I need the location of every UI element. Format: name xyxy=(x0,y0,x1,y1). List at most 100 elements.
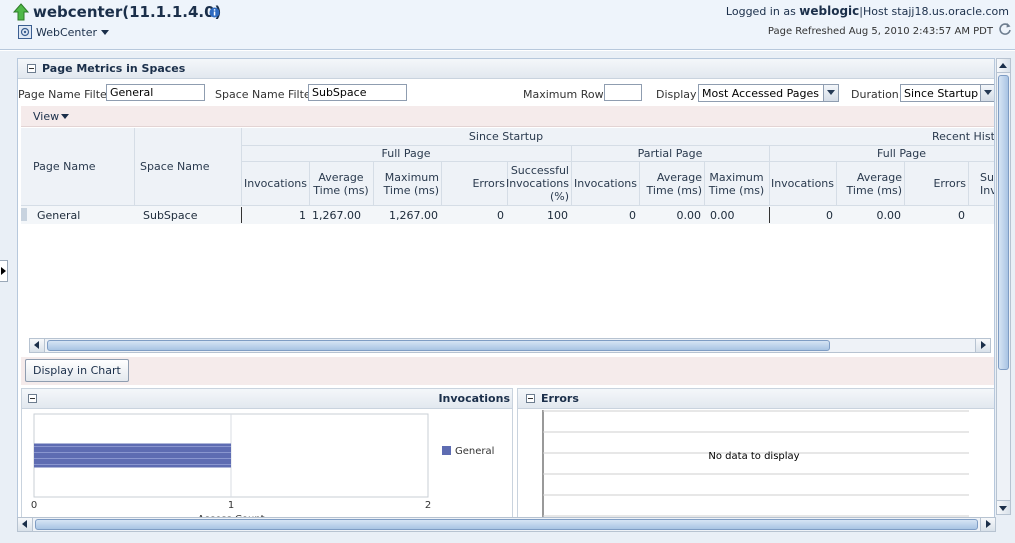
collapse-invocations-icon[interactable] xyxy=(28,394,37,403)
up-arrow-icon[interactable] xyxy=(12,3,30,21)
cell-recent-average-time: 0.00 xyxy=(876,208,902,222)
duration-label: Duration xyxy=(851,88,899,101)
chevron-down-icon xyxy=(101,29,110,35)
col-maximum-time-line2: Time (ms) xyxy=(383,183,439,197)
col-successful-line2: Invocations xyxy=(505,177,569,190)
col-page-name[interactable]: Page Name xyxy=(21,128,134,205)
refresh-icon[interactable] xyxy=(998,22,1012,36)
view-toolbar: View xyxy=(21,106,994,127)
logged-in-prefix: Logged in as xyxy=(725,5,796,18)
cell-partial-maximum-time: 0.00 xyxy=(710,208,735,222)
invocations-panel: Invocations 012Access CountGeneral xyxy=(21,388,513,523)
display-select-value: Most Accessed Pages xyxy=(702,87,820,100)
header-full-page: Full Page xyxy=(381,146,431,160)
scroll-down-icon[interactable] xyxy=(997,500,1010,514)
scroll-thumb[interactable] xyxy=(998,75,1009,370)
col-invocations[interactable]: Invocations xyxy=(241,162,309,205)
cell-partial-average-time: 0.00 xyxy=(676,208,702,222)
filter-bar: Page Name Filter Space Name Filter Maxim… xyxy=(18,82,994,106)
cell-average-time: 1,267.00 xyxy=(312,208,361,222)
x-tick-label: 0 xyxy=(31,500,37,511)
scroll-right-icon[interactable] xyxy=(980,518,995,531)
cell-recent-invocations: 0 xyxy=(826,208,833,222)
cell-successful-invocations: 100 xyxy=(547,208,568,222)
chevron-down-icon[interactable] xyxy=(823,85,838,101)
col-partial-average-time[interactable]: Average Time (ms) xyxy=(639,162,704,205)
col-recent-avg-line1: Average xyxy=(856,170,902,184)
page-horizontal-scrollbar[interactable] xyxy=(17,517,996,532)
col-average-time-line2: Time (ms) xyxy=(313,183,369,197)
chevron-down-icon[interactable] xyxy=(61,114,69,119)
col-recent-successful[interactable]: Su Inv xyxy=(968,162,994,205)
chevron-down-icon[interactable] xyxy=(980,85,994,101)
col-partial-avg-line1: Average xyxy=(656,170,702,184)
scroll-up-icon[interactable] xyxy=(997,59,1010,73)
col-recent-invocations[interactable]: Invocations xyxy=(769,162,836,205)
scroll-right-icon[interactable] xyxy=(975,339,990,352)
chart-bar xyxy=(34,443,231,468)
webcenter-menu-label: WebCenter xyxy=(36,25,98,39)
legend-swatch xyxy=(442,446,451,455)
info-icon[interactable] xyxy=(209,7,220,18)
page-metrics-panel: Page Metrics in Spaces Page Name Filter … xyxy=(17,58,995,524)
cell-partial-invocations: 0 xyxy=(629,208,636,222)
scroll-thumb[interactable] xyxy=(35,519,978,530)
view-menu[interactable]: View xyxy=(33,110,59,123)
header-partial-page: Partial Page xyxy=(637,146,703,160)
col-errors[interactable]: Errors xyxy=(441,162,507,205)
content-area: Page Metrics in Spaces Page Name Filter … xyxy=(0,51,1015,543)
col-space-name[interactable]: Space Name xyxy=(134,128,241,205)
no-data-message: No data to display xyxy=(708,451,799,462)
display-in-chart-button[interactable]: Display in Chart xyxy=(25,359,129,382)
scroll-thumb[interactable] xyxy=(47,340,830,351)
cell-maximum-time: 1,267.00 xyxy=(389,208,438,222)
page-refreshed-text: Page Refreshed Aug 5, 2010 2:43:57 AM PD… xyxy=(767,26,993,37)
col-average-time-line1: Average xyxy=(318,170,364,184)
errors-chart: No data to display xyxy=(542,410,969,523)
host-name: |Host stajj18.us.oracle.com xyxy=(859,5,1009,18)
col-successful-line1: Successful xyxy=(510,164,569,177)
col-successful-invocations[interactable]: Successful Invocations (%) xyxy=(505,162,571,205)
cell-invocations: 1 xyxy=(299,208,306,222)
col-maximum-time[interactable]: Maximum Time (ms) xyxy=(373,162,441,205)
collapse-panel-icon[interactable] xyxy=(27,64,36,73)
collapse-errors-icon[interactable] xyxy=(526,394,535,403)
space-name-filter-input[interactable] xyxy=(308,84,407,101)
cell-page-name: General xyxy=(37,208,81,222)
col-partial-maximum-time[interactable]: Maximum Time (ms) xyxy=(704,162,769,205)
side-collapse-handle[interactable] xyxy=(0,260,8,282)
page-vertical-scrollbar[interactable] xyxy=(996,58,1011,515)
webcenter-menu[interactable]: WebCenter xyxy=(18,24,110,40)
space-name-filter-label: Space Name Filter xyxy=(215,88,316,101)
col-successful-line3: (%) xyxy=(549,190,569,203)
scroll-left-icon[interactable] xyxy=(18,518,33,531)
x-tick-label: 2 xyxy=(425,500,431,511)
max-rows-label: Maximum Rows xyxy=(523,88,610,101)
chart-toolbar: Display in Chart xyxy=(21,357,994,385)
col-partial-avg-line2: Time (ms) xyxy=(646,183,702,197)
errors-panel-title: Errors xyxy=(541,392,579,405)
table-horizontal-scrollbar[interactable] xyxy=(29,338,991,353)
col-recent-average-time[interactable]: Average Time (ms) xyxy=(836,162,904,205)
header-full-page-recent: Full Page xyxy=(877,146,926,160)
page-name-filter-input[interactable] xyxy=(106,84,205,101)
user-name[interactable]: weblogic xyxy=(799,4,859,18)
col-partial-max-line1: Maximum xyxy=(709,170,764,184)
webcenter-target-icon xyxy=(18,25,32,39)
metrics-table: Since Startup Recent Histo Full Page Par… xyxy=(21,128,994,338)
legend-label: General xyxy=(455,446,494,457)
col-average-time[interactable]: Average Time (ms) xyxy=(309,162,373,205)
col-recent-errors[interactable]: Errors xyxy=(904,162,968,205)
header-recent-history: Recent Histo xyxy=(932,130,994,143)
cell-space-name: SubSpace xyxy=(143,208,198,222)
page-title: webcenter(11.1.1.4.0) xyxy=(33,3,222,21)
invocations-panel-title: Invocations xyxy=(438,392,510,405)
col-recent-cut-line2: Inv xyxy=(980,183,994,197)
duration-select[interactable]: Since Startup xyxy=(900,84,994,102)
max-rows-input[interactable] xyxy=(604,84,642,101)
scroll-left-icon[interactable] xyxy=(30,339,45,352)
errors-panel: Errors No data to display xyxy=(517,388,994,523)
col-partial-invocations[interactable]: Invocations xyxy=(571,162,639,205)
col-maximum-time-line1: Maximum xyxy=(384,170,439,184)
display-select[interactable]: Most Accessed Pages xyxy=(698,84,839,102)
